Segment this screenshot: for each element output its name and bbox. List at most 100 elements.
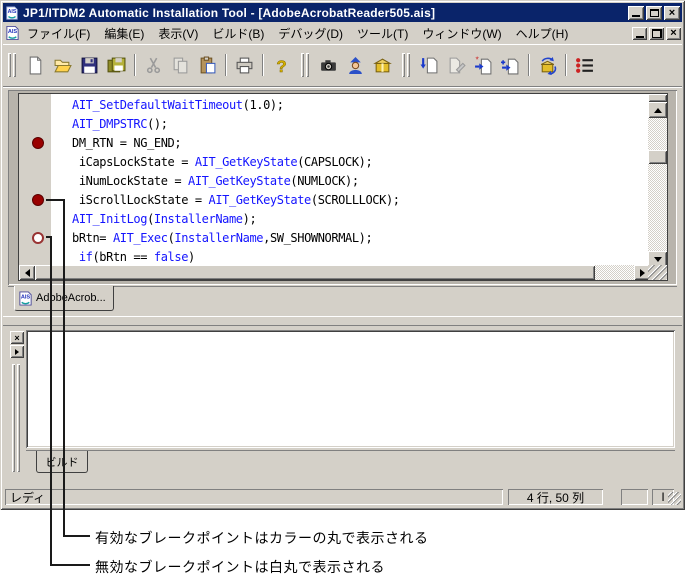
package-button[interactable] <box>369 52 396 78</box>
add-step-document-button[interactable] <box>497 52 524 78</box>
toolbar-separator <box>225 54 227 76</box>
code-line[interactable]: DM_RTN = NG_END; <box>72 134 648 153</box>
mdi-restore-button[interactable] <box>649 26 664 40</box>
build-package-button[interactable] <box>534 52 561 78</box>
new-document-button[interactable] <box>22 52 49 78</box>
enabled-breakpoint-marker[interactable] <box>32 137 44 149</box>
save-button[interactable] <box>76 52 103 78</box>
ais-app-icon: AIS <box>6 5 18 20</box>
menu-tools[interactable]: ツール(T) <box>350 23 415 44</box>
toolbar-bottom-separator <box>3 86 682 88</box>
paste-icon <box>200 56 216 73</box>
capture-button[interactable] <box>315 52 342 78</box>
horizontal-scroll-thumb[interactable] <box>35 265 595 280</box>
code-line[interactable]: AIT_InitLog(InstallerName); <box>72 210 648 229</box>
output-gripper[interactable] <box>17 364 20 472</box>
output-expand-button[interactable] <box>10 345 24 358</box>
output-close-button[interactable]: × <box>10 331 24 344</box>
app-window: AIS JP1/ITDM2 Automatic Installation Too… <box>0 0 685 510</box>
toolbar-separator <box>565 54 567 76</box>
scroll-left-button[interactable] <box>19 265 35 280</box>
output-gripper[interactable] <box>12 364 15 472</box>
status-bar: レディ 4 行, 50 列 I <box>3 487 682 507</box>
cut-button[interactable] <box>140 52 167 78</box>
code-line[interactable]: iScrollLockState = AIT_GetKeyState(SCROL… <box>72 191 648 210</box>
scroll-track[interactable] <box>595 265 634 280</box>
mdi-close-button[interactable]: × <box>666 26 681 40</box>
minimize-button[interactable] <box>628 5 644 20</box>
menu-debug[interactable]: デバッグ(D) <box>271 23 350 44</box>
export-document-button[interactable] <box>416 52 443 78</box>
window-resize-grip[interactable] <box>668 492 681 505</box>
ais-document-icon[interactable]: AIS <box>5 25 20 41</box>
code-line[interactable]: AIT_SetDefaultWaitTimeout(1.0); <box>72 96 648 115</box>
horizontal-scrollbar[interactable] <box>19 265 650 280</box>
mdi-minimize-icon <box>635 35 644 38</box>
code-line[interactable]: iCapsLockState = AIT_GetKeyState(CAPSLOC… <box>72 153 648 172</box>
vertical-scroll-thumb[interactable] <box>648 150 667 164</box>
document-tab-label: AdobeAcrob... <box>36 292 106 304</box>
code-line[interactable]: AIT_DMPSTRC(); <box>72 115 648 134</box>
menu-edit[interactable]: 編集(E) <box>97 23 151 44</box>
window-title: JP1/ITDM2 Automatic Installation Tool - … <box>23 5 436 20</box>
new-step-document-button[interactable]: * <box>470 52 497 78</box>
editor-region: AIT_SetDefaultWaitTimeout(1.0); AIT_DMPST… <box>8 90 677 285</box>
maximize-icon <box>649 8 659 17</box>
edit-document-button[interactable] <box>443 52 470 78</box>
close-button[interactable]: × <box>664 5 680 20</box>
enabled-breakpoint-marker[interactable] <box>32 194 44 206</box>
save-all-button[interactable] <box>103 52 130 78</box>
build-output-area[interactable] <box>26 330 675 448</box>
code-editor[interactable]: AIT_SetDefaultWaitTimeout(1.0); AIT_DMPST… <box>51 94 648 267</box>
copy-icon <box>173 57 188 73</box>
code-line[interactable]: bRtn= AIT_Exec(InstallerName,SW_SHOWNORM… <box>72 229 648 248</box>
maximize-button[interactable] <box>646 5 662 20</box>
breakpoint-list-button[interactable] <box>571 52 598 78</box>
minimize-icon <box>632 15 640 17</box>
menu-view[interactable]: 表示(V) <box>151 23 205 44</box>
mdi-minimize-button[interactable] <box>632 26 647 40</box>
copy-button[interactable] <box>167 52 194 78</box>
menu-window[interactable]: ウィンドウ(W) <box>415 23 508 44</box>
pane-splitter[interactable] <box>3 316 682 326</box>
menu-build[interactable]: ビルド(B) <box>205 23 271 44</box>
svg-text:AIS: AIS <box>8 9 17 15</box>
callout-line-enabled <box>63 199 65 537</box>
close-icon: × <box>668 6 676 19</box>
toolbar-gripper[interactable] <box>301 53 304 77</box>
breakpoint-list-icon <box>576 57 593 73</box>
menu-help[interactable]: ヘルプ(H) <box>509 23 576 44</box>
cut-icon <box>146 57 161 73</box>
split-handle[interactable] <box>648 94 667 102</box>
toolbar-gripper[interactable] <box>306 53 309 77</box>
wizard-button[interactable] <box>342 52 369 78</box>
help-button[interactable]: ? <box>268 52 295 78</box>
toolbar-gripper[interactable] <box>8 53 11 77</box>
breakpoint-gutter[interactable] <box>19 94 51 267</box>
callout-connector-disabled <box>50 564 90 566</box>
disabled-breakpoint-marker[interactable] <box>32 232 44 244</box>
toolbar-gripper[interactable] <box>407 53 410 77</box>
code-lines: AIT_SetDefaultWaitTimeout(1.0); AIT_DMPST… <box>72 96 648 267</box>
menu-file[interactable]: ファイル(F) <box>20 23 97 44</box>
paste-button[interactable] <box>194 52 221 78</box>
toolbar-separator <box>134 54 136 76</box>
add-step-document-icon <box>501 58 519 74</box>
export-document-icon <box>420 57 438 73</box>
output-window: × ビルド <box>8 328 677 485</box>
build-tab[interactable]: ビルド <box>36 451 88 473</box>
package-icon <box>373 58 392 72</box>
new-step-document-icon: * <box>475 56 492 74</box>
arrow-right-icon <box>639 268 645 277</box>
toolbar-gripper[interactable] <box>402 53 405 77</box>
code-line[interactable]: iNumLockState = AIT_GetKeyState(NUMLOCK)… <box>72 172 648 191</box>
callout-line-disabled <box>50 236 52 566</box>
print-button[interactable] <box>231 52 258 78</box>
resize-grip[interactable] <box>648 265 667 280</box>
title-bar[interactable]: AIS JP1/ITDM2 Automatic Installation Too… <box>3 3 682 22</box>
scroll-up-button[interactable] <box>648 102 667 118</box>
open-file-button[interactable] <box>49 52 76 78</box>
svg-text:AIS: AIS <box>21 294 31 300</box>
vertical-scrollbar[interactable] <box>648 94 667 267</box>
toolbar-gripper[interactable] <box>13 53 16 77</box>
